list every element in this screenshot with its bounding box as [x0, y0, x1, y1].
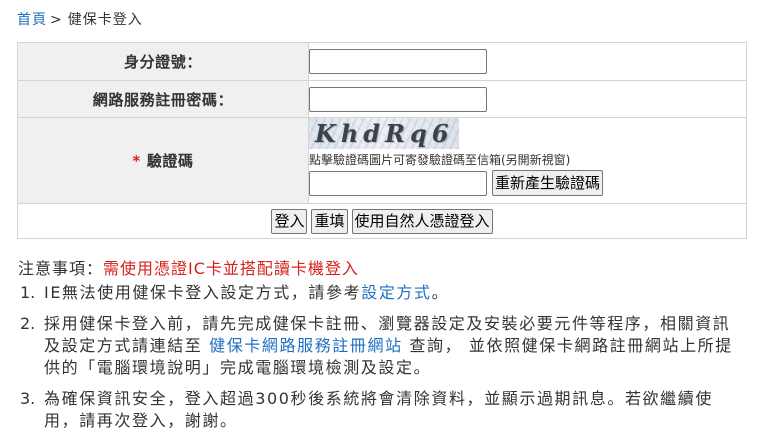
breadcrumb-home-link[interactable]: 首頁: [17, 12, 47, 28]
actions-group: 登入 重填 使用自然人憑證登入: [18, 208, 746, 234]
notice-item-text: 為確保資訊安全，登入超過300秒後系統將會清除資料，並顯示過期訊息。若欲繼續使用…: [44, 389, 713, 430]
captcha-row: * 驗證碼 KhdRq6 點擊驗證碼圖片可寄發驗證碼至信箱(另開新視窗) 重新產生…: [17, 117, 747, 204]
actions-cell: 登入 重填 使用自然人憑證登入: [17, 203, 747, 239]
captcha-input-row: 重新產生驗證碼: [309, 170, 746, 196]
breadcrumb-separator: >: [50, 12, 63, 28]
notice-list: 1. IE無法使用健保卡登入設定方式，請參考設定方式。 2. 採用健保卡登入前，請先…: [18, 282, 742, 432]
captcha-field-cell: KhdRq6 點擊驗證碼圖片可寄發驗證碼至信箱(另開新視窗) 重新產生驗證碼: [308, 117, 747, 204]
notice-item-number: 3.: [20, 389, 36, 408]
notice-highlight: 需使用憑證IC卡並搭配讀卡機登入: [103, 259, 359, 278]
notice-item-text: 。: [431, 283, 450, 302]
password-input[interactable]: [309, 86, 487, 112]
reset-button[interactable]: 重填: [311, 208, 348, 234]
password-label: 網路服務註冊密碼：: [17, 80, 309, 118]
regenerate-captcha-button[interactable]: 重新產生驗證碼: [492, 170, 604, 196]
id-label: 身分證號：: [17, 42, 309, 81]
notice-section: 注意事項：需使用憑證IC卡並搭配讀卡機登入 1. IE無法使用健保卡登入設定方式，…: [18, 258, 742, 441]
password-row: 網路服務註冊密碼：: [17, 80, 747, 118]
captcha-input[interactable]: [309, 170, 487, 196]
actions-row: 登入 重填 使用自然人憑證登入: [17, 203, 747, 239]
id-number-input[interactable]: [309, 49, 487, 74]
notice-item-number: 2.: [20, 314, 36, 333]
id-row: 身分證號：: [17, 42, 747, 81]
captcha-label: 驗證碼: [146, 152, 194, 170]
notice-item: 1. IE無法使用健保卡登入設定方式，請參考設定方式。: [18, 282, 742, 304]
certificate-login-button[interactable]: 使用自然人憑證登入: [351, 208, 493, 234]
login-button[interactable]: 登入: [271, 208, 308, 234]
breadcrumb-current: 健保卡登入: [67, 12, 143, 28]
password-field-cell: [308, 80, 747, 118]
required-mark: *: [132, 152, 141, 170]
captcha-hint: 點擊驗證碼圖片可寄發驗證碼至信箱(另開新視窗): [309, 153, 571, 167]
captcha-label-cell: * 驗證碼: [17, 117, 309, 204]
captcha-image[interactable]: KhdRq6: [309, 118, 459, 149]
captcha-text: KhdRq6: [315, 119, 454, 148]
registration-site-link[interactable]: 健保卡網路服務註冊網站: [209, 336, 403, 355]
setup-method-link[interactable]: 設定方式: [361, 283, 431, 302]
notice-title: 注意事項：需使用憑證IC卡並搭配讀卡機登入: [18, 258, 742, 280]
notice-item-number: 1.: [20, 283, 36, 302]
notice-item-text: IE無法使用健保卡登入設定方式，請參考: [44, 283, 362, 302]
notice-item: 3. 為確保資訊安全，登入超過300秒後系統將會清除資料，並顯示過期訊息。若欲繼續…: [18, 388, 742, 432]
login-form: 身分證號： 網路服務註冊密碼： * 驗證碼 KhdRq6 點擊驗證碼圖片可寄發驗證…: [17, 42, 747, 239]
notice-title-label: 注意事項：: [18, 259, 104, 278]
id-field-cell: [308, 42, 747, 81]
breadcrumb: 首頁 > 健保卡登入: [17, 10, 143, 30]
notice-item: 2. 採用健保卡登入前，請先完成健保卡註冊、瀏覽器設定及安裝必要元件等程序，相關資…: [18, 313, 742, 379]
